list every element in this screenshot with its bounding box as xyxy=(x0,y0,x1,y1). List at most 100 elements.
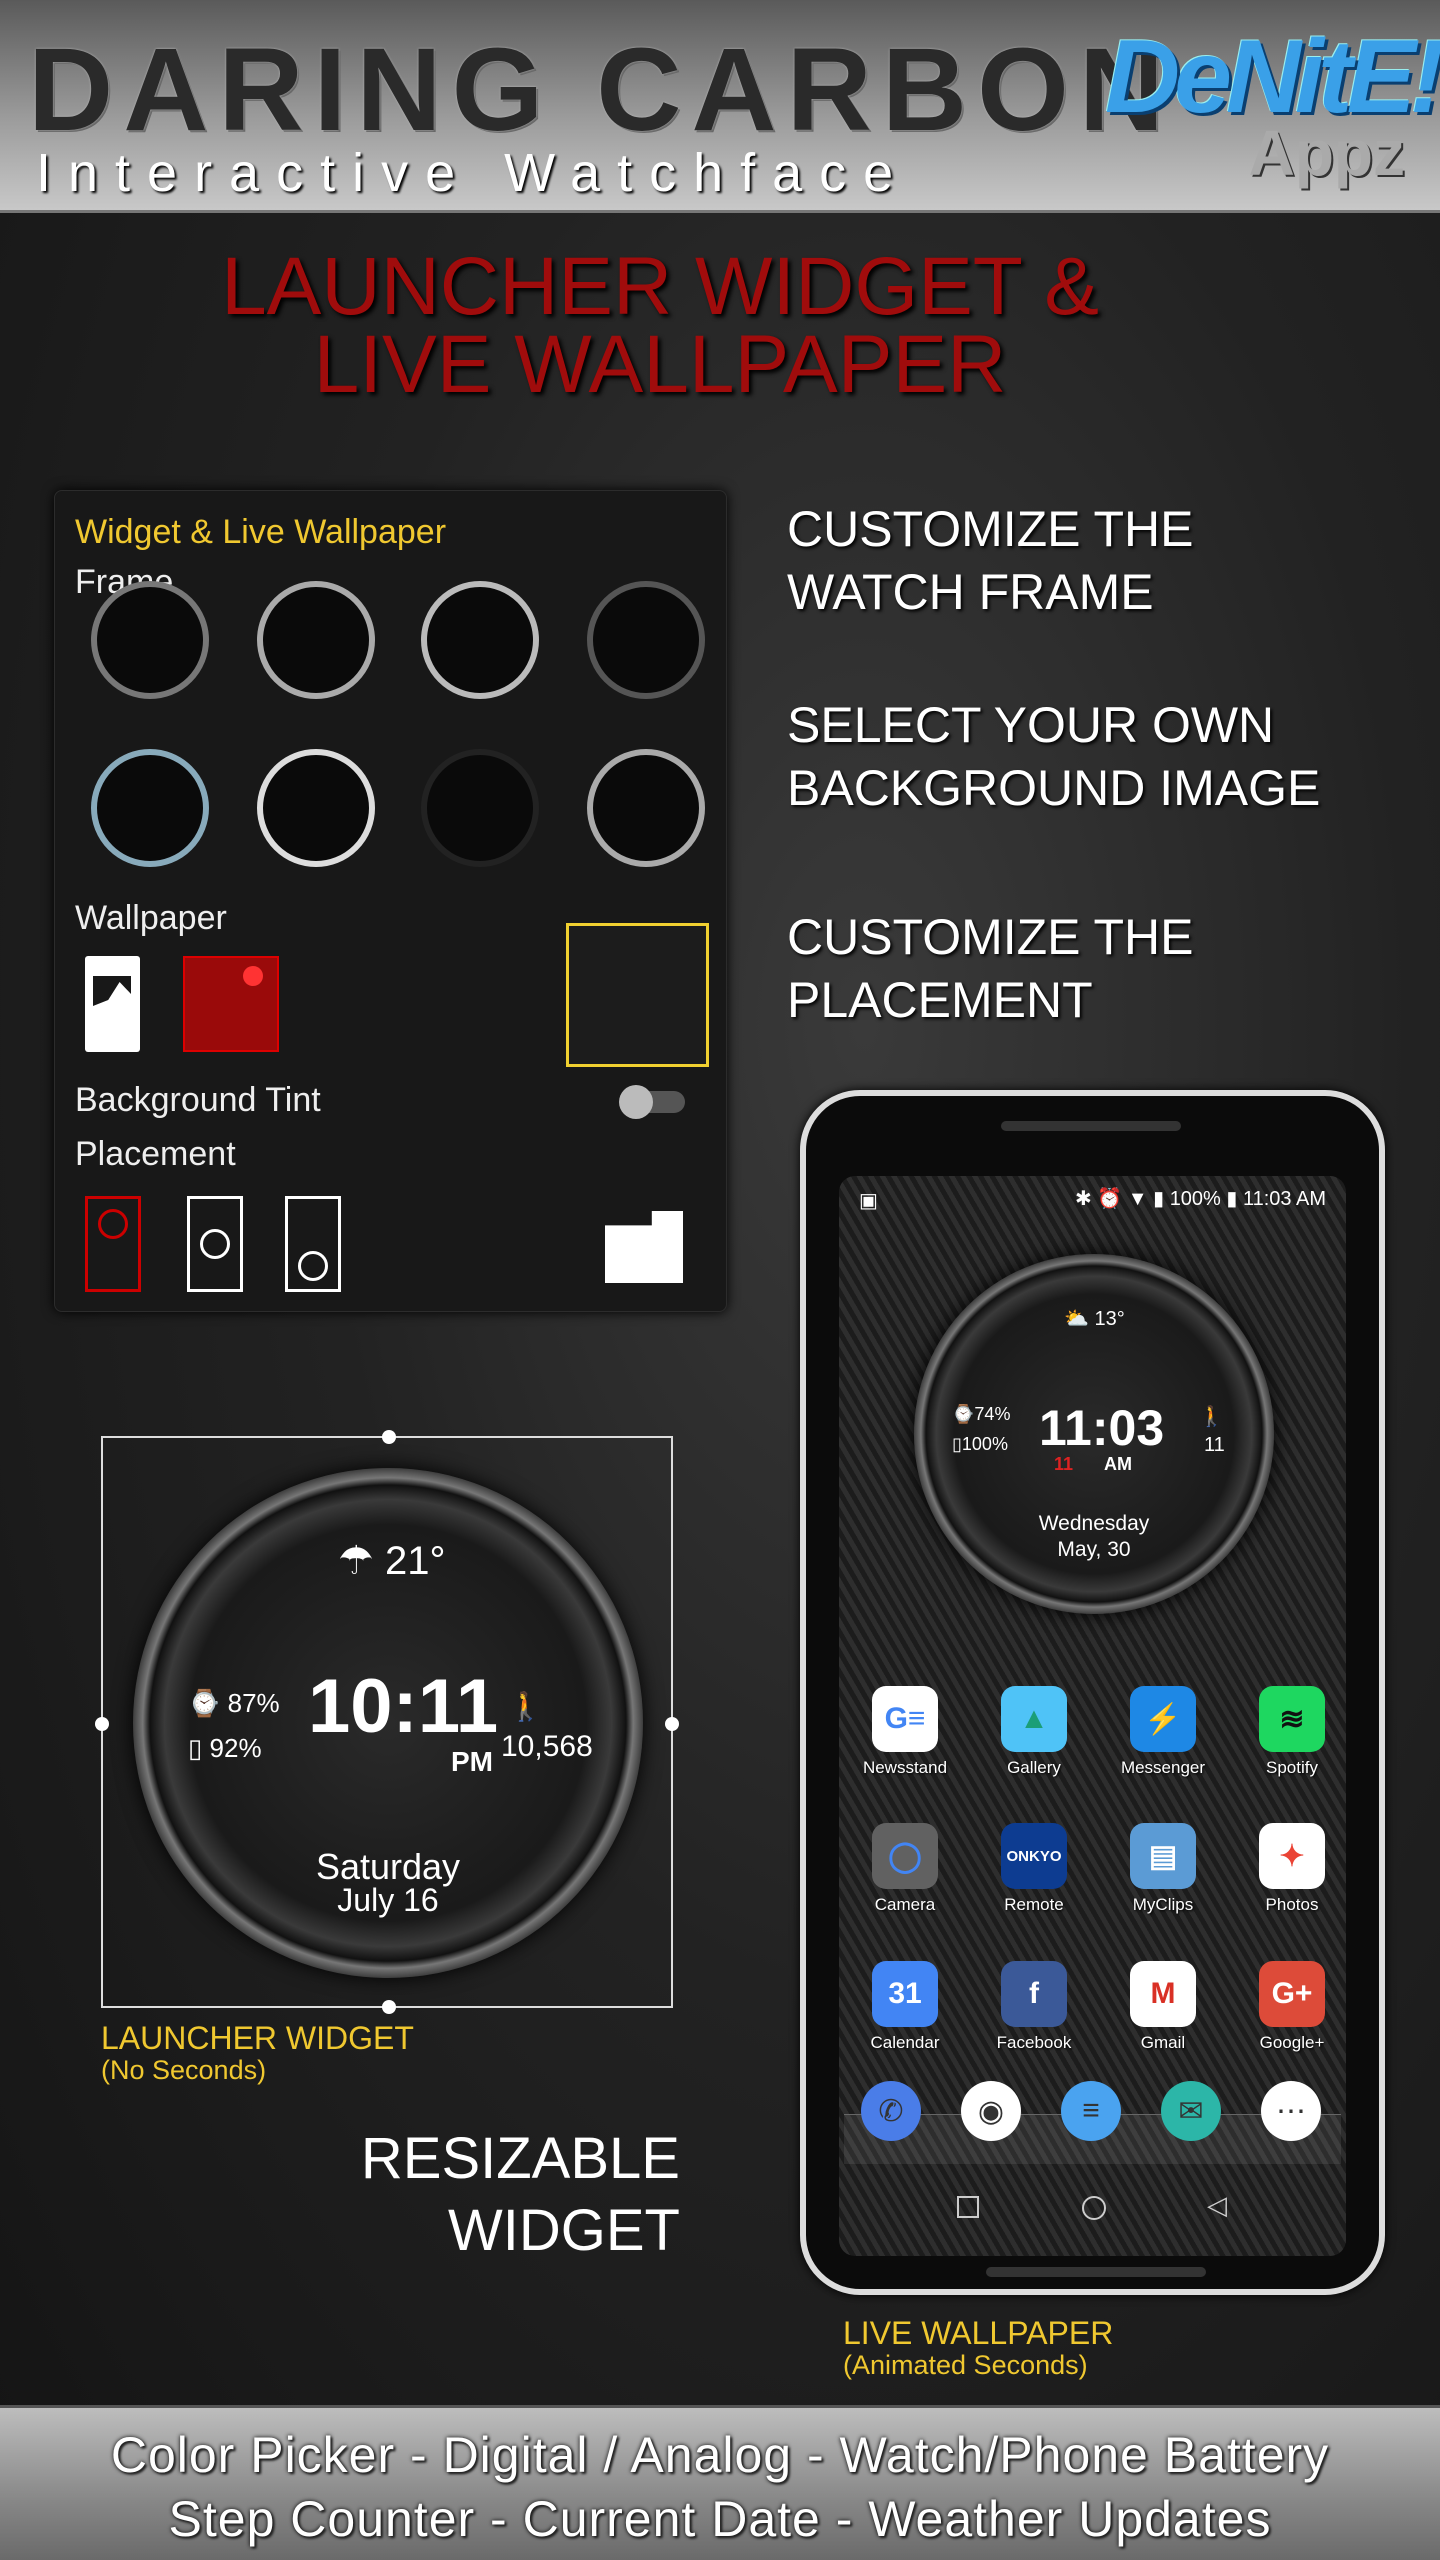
feature-text: CUSTOMIZE THE WATCH FRAME xyxy=(787,501,1194,620)
dock-messages-icon[interactable]: ≡ xyxy=(1061,2081,1121,2141)
app-label: Facebook xyxy=(996,2033,1072,2052)
frame-option-3[interactable] xyxy=(421,581,539,699)
settings-panel: Widget & Live Wallpaper Frame Wallpaper … xyxy=(54,490,727,1312)
headline-line2: LIVE WALLPAPER xyxy=(313,319,1007,410)
share-export-icon[interactable] xyxy=(605,1211,683,1283)
phone-bottom-speaker xyxy=(986,2267,1206,2277)
wallpaper-portrait-option[interactable] xyxy=(85,956,140,1052)
app-camera[interactable]: ◯ Camera xyxy=(850,1823,960,1915)
phone-speaker xyxy=(1001,1121,1181,1131)
app-icon: f xyxy=(1001,1961,1067,2027)
gallery-notification-icon: ▣ xyxy=(859,1190,878,1212)
app-gallery[interactable]: ▲ Gallery xyxy=(979,1686,1089,1778)
back-button[interactable]: ◁ xyxy=(1207,2190,1227,2221)
widget-phone-battery: ▯ 92% xyxy=(188,1733,262,1763)
app-label: Calendar xyxy=(870,2033,940,2052)
app-facebook[interactable]: f Facebook xyxy=(979,1961,1089,2053)
app-icon: ✦ xyxy=(1259,1823,1325,1889)
app-label: Gmail xyxy=(1140,2033,1186,2052)
dock-phone-icon[interactable]: ✆ xyxy=(861,2081,921,2141)
resize-handle-left[interactable] xyxy=(95,1717,109,1731)
dock-chrome-icon[interactable]: ◉ xyxy=(961,2081,1021,2141)
app-messenger[interactable]: ⚡ Messenger xyxy=(1108,1686,1218,1778)
app-icon: ONKYO xyxy=(1001,1823,1067,1889)
placement-top-option[interactable] xyxy=(85,1196,141,1292)
sun-icon xyxy=(243,966,263,986)
phone-steps: 11 xyxy=(1204,1434,1225,1456)
clock-icon xyxy=(298,1251,328,1281)
phone-date: May, 30 xyxy=(1057,1538,1131,1561)
app-remote[interactable]: ONKYO Remote xyxy=(979,1823,1089,1915)
wallpaper-landscape-option[interactable] xyxy=(183,956,279,1052)
placement-middle-option[interactable] xyxy=(187,1196,243,1292)
app-label: Spotify xyxy=(1266,1758,1318,1777)
frame-option-5[interactable] xyxy=(91,749,209,867)
app-label: Remote xyxy=(1004,1895,1064,1914)
home-button[interactable] xyxy=(1082,2196,1106,2220)
phone-mockup: ▣ ✱ ⏰ ▼ ▮ 100% ▮ 11:03 AM ⛅ 13° ⌚74% ▯10… xyxy=(800,1090,1385,2295)
app-label: MyClips xyxy=(1132,1895,1194,1914)
app-photos[interactable]: ✦ Photos xyxy=(1237,1823,1346,1915)
resize-handle-bottom[interactable] xyxy=(382,2000,396,2014)
frame-option-6[interactable] xyxy=(257,749,375,867)
feature-text: SELECT YOUR OWN BACKGROUND IMAGE xyxy=(787,697,1321,816)
resize-handle-top[interactable] xyxy=(382,1430,396,1444)
app-icon: ⚡ xyxy=(1130,1686,1196,1752)
background-tint-label: Background Tint xyxy=(75,1081,321,1119)
app-icon: ▲ xyxy=(1001,1686,1067,1752)
frame-option-1[interactable] xyxy=(91,581,209,699)
resizable-text-line2: WIDGET xyxy=(448,2198,680,2263)
launcher-widget-caption-sub: (No Seconds) xyxy=(101,2055,267,2085)
frame-option-8[interactable] xyxy=(587,749,705,867)
app-title: DARING CARBON xyxy=(28,24,1175,156)
recents-button[interactable] xyxy=(957,2196,979,2218)
app-icon: ◯ xyxy=(872,1823,938,1889)
placement-label: Placement xyxy=(75,1135,236,1173)
walk-icon: 🚶 xyxy=(508,1691,543,1722)
battery-percent: 100% xyxy=(1169,1188,1221,1210)
phone-seconds: 11 xyxy=(1054,1454,1074,1474)
app-google[interactable]: G+ Google+ xyxy=(1237,1961,1346,2053)
resize-handle-right[interactable] xyxy=(665,1717,679,1731)
phone-watch-battery: ⌚74% xyxy=(952,1404,1011,1424)
brand-logo: DeNitE! Appz xyxy=(1105,18,1440,189)
phone-phone-battery: ▯100% xyxy=(952,1434,1008,1454)
logo-sub: Appz xyxy=(1248,117,1405,189)
phone-weather: ⛅ 13° xyxy=(1064,1308,1125,1330)
phone-ampm: AM xyxy=(1104,1454,1132,1474)
app-newsstand[interactable]: G≡ Newsstand xyxy=(850,1686,960,1778)
launcher-widget-caption: LAUNCHER WIDGET xyxy=(101,2020,414,2056)
phone-screen: ▣ ✱ ⏰ ▼ ▮ 100% ▮ 11:03 AM ⛅ 13° ⌚74% ▯10… xyxy=(839,1176,1346,2256)
background-tint-toggle[interactable] xyxy=(619,1085,685,1119)
app-label: Google+ xyxy=(1259,2033,1325,2052)
app-gmail[interactable]: M Gmail xyxy=(1108,1961,1218,2053)
dock-app-drawer-icon[interactable]: ⋯ xyxy=(1261,2081,1321,2141)
frame-option-2[interactable] xyxy=(257,581,375,699)
walk-icon: 🚶 xyxy=(1199,1406,1224,1428)
app-icon: G+ xyxy=(1259,1961,1325,2027)
app-label: Messenger xyxy=(1120,1758,1206,1777)
phone-day: Wednesday xyxy=(1038,1512,1150,1535)
frame-option-7[interactable] xyxy=(421,749,539,867)
app-label: Photos xyxy=(1265,1895,1319,1914)
placement-bottom-option[interactable] xyxy=(285,1196,341,1292)
live-wallpaper-caption-sub: (Animated Seconds) xyxy=(843,2350,1088,2380)
app-icon: ▤ xyxy=(1130,1823,1196,1889)
widget-time: 10:11 xyxy=(308,1664,499,1749)
clock-icon xyxy=(98,1209,128,1239)
app-icon: M xyxy=(1130,1961,1196,2027)
background-image-picker[interactable] xyxy=(566,923,709,1067)
app-spotify[interactable]: ≋ Spotify xyxy=(1237,1686,1346,1778)
panel-title: Widget & Live Wallpaper xyxy=(75,513,447,551)
app-myclips[interactable]: ▤ MyClips xyxy=(1108,1823,1218,1915)
resizable-widget-frame[interactable]: ☂ 21° ⌚ 87% ▯ 92% 10:11 PM 🚶 10,568 Satu… xyxy=(95,1430,679,2014)
widget-weather: ☂ 21° xyxy=(338,1539,446,1583)
status-bar: ✱ ⏰ ▼ ▮ 100% ▮ 11:03 AM xyxy=(1075,1188,1326,1210)
frame-option-4[interactable] xyxy=(587,581,705,699)
dock-email-icon[interactable]: ✉ xyxy=(1161,2081,1221,2141)
app-calendar[interactable]: 31 Calendar xyxy=(850,1961,960,2053)
footer-banner: Color Picker - Digital / Analog - Watch/… xyxy=(0,2405,1440,2560)
widget-ampm: PM xyxy=(451,1746,493,1777)
phone-time: 11:03 xyxy=(1039,1400,1165,1456)
clock-icon xyxy=(200,1229,230,1259)
